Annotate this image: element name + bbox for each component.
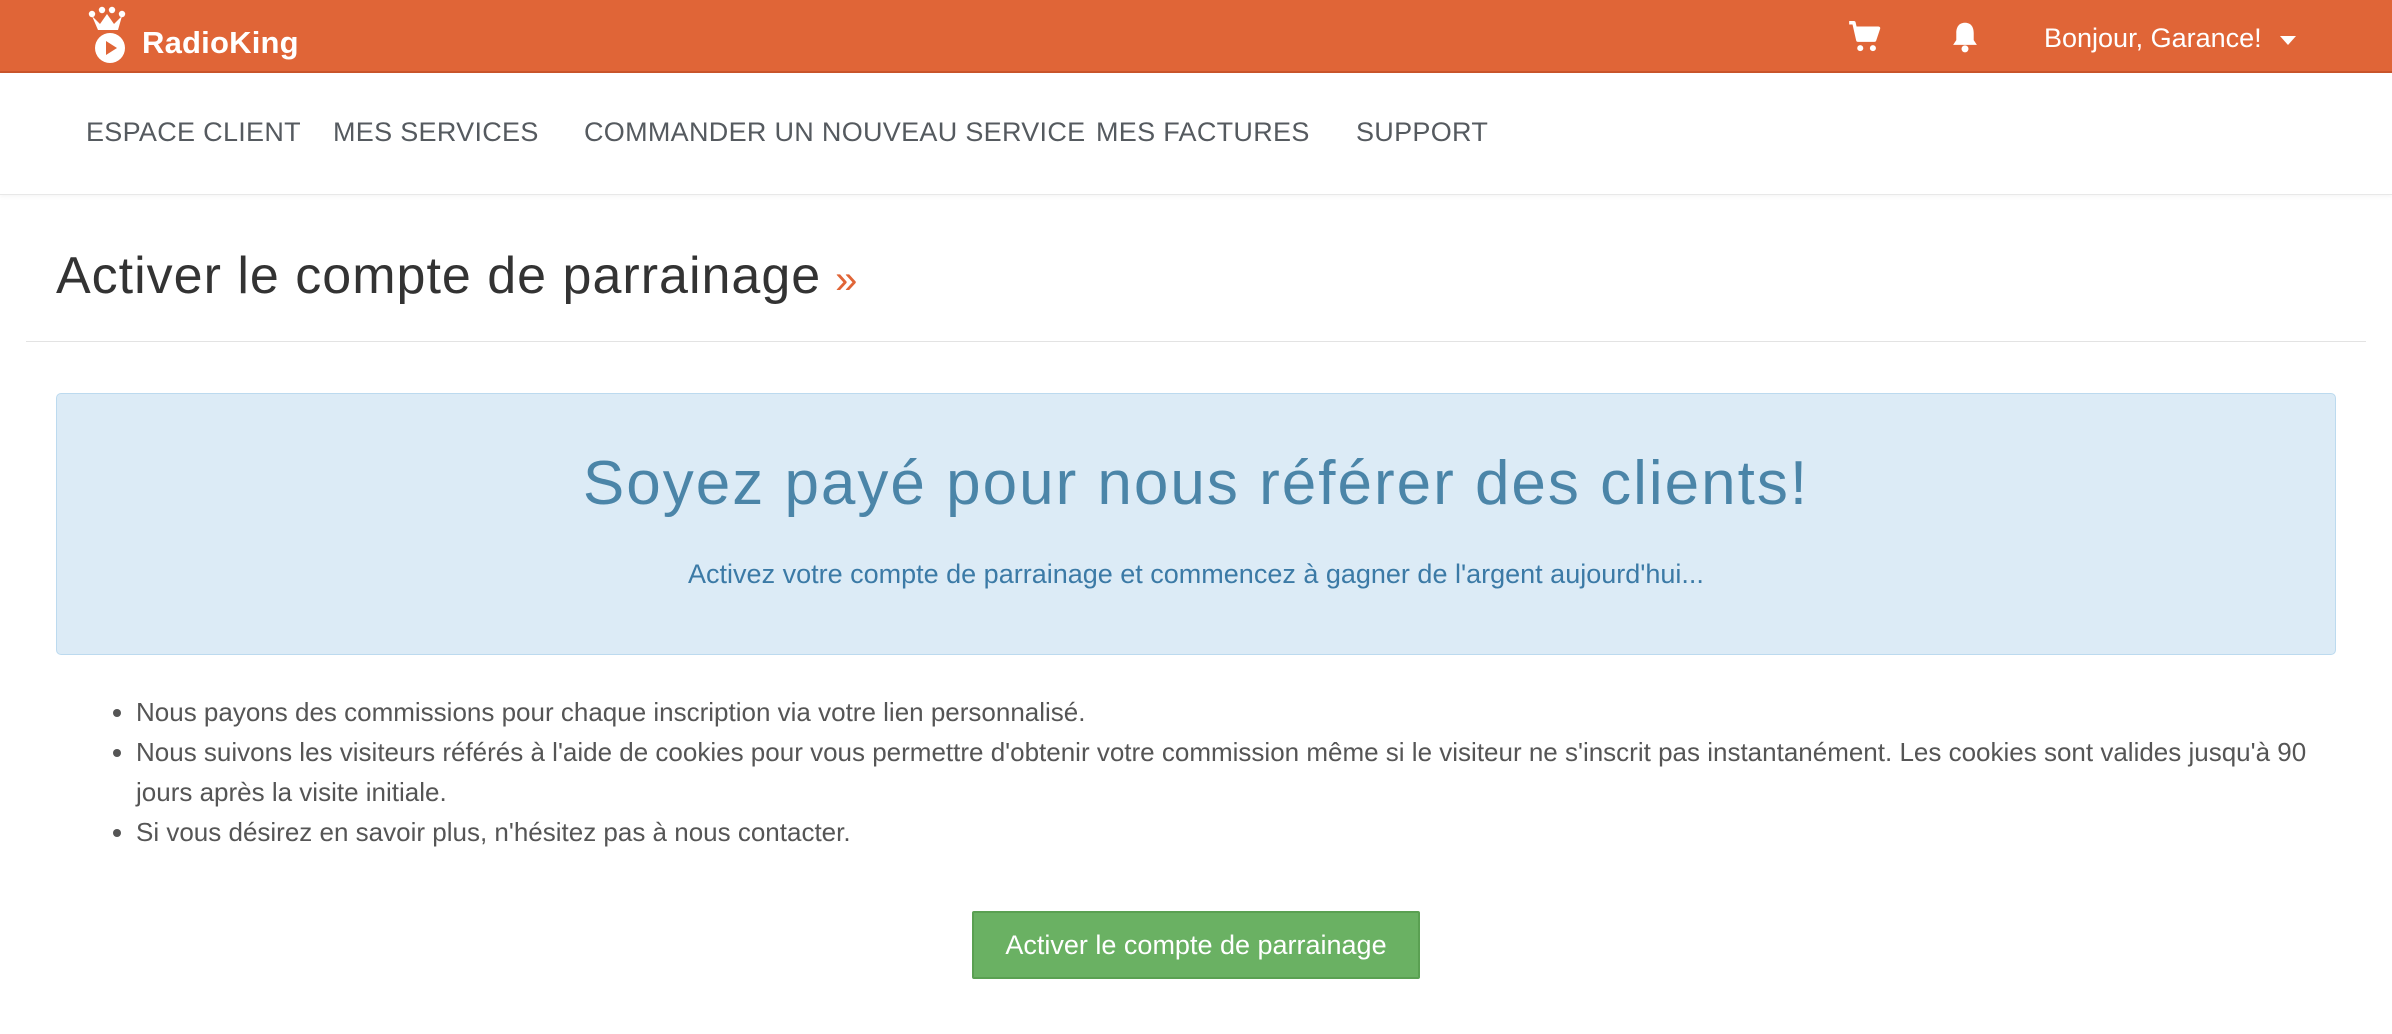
referral-promo-box: Soyez payé pour nous référer des clients… [56,393,2336,655]
promo-subtext: Activez votre compte de parrainage et co… [688,559,1704,589]
list-item: Nous payons des commissions pour chaque … [136,692,2316,732]
title-divider [26,341,2366,342]
caret-down-icon [2279,35,2296,45]
nav-espace-client[interactable]: ESPACE CLIENT [86,117,301,148]
top-bar: RadioKing Bonjour, Garance! [0,0,2392,73]
radioking-logo[interactable]: RadioKing [84,6,299,66]
cart-icon[interactable] [1846,18,1884,56]
nav-mes-services[interactable]: MES SERVICES [333,117,539,148]
promo-heading: Soyez payé pour nous référer des clients… [582,449,1810,518]
nav-support[interactable]: SUPPORT [1356,117,1488,148]
user-menu-dropdown[interactable]: Bonjour, Garance! [2044,20,2296,56]
bell-icon[interactable] [1946,18,1984,56]
nav-commander-nouveau-service[interactable]: COMMANDER UN NOUVEAU SERVICE [584,117,1085,148]
activate-referral-button[interactable]: Activer le compte de parrainage [972,911,1420,979]
benefits-list: Nous payons des commissions pour chaque … [136,692,2316,852]
crown-play-logo-icon [88,6,126,63]
list-item: Nous suivons les visiteurs référés à l'a… [136,732,2316,812]
nav-mes-factures[interactable]: MES FACTURES [1096,117,1310,148]
page-title: Activer le compte de parrainage » [56,246,858,306]
title-raquo: » [835,258,859,302]
user-greeting: Bonjour, Garance! [2044,22,2262,53]
brand-name: RadioKing [142,25,299,60]
list-item: Si vous désirez en savoir plus, n'hésite… [136,812,2316,852]
main-nav: ESPACE CLIENT MES SERVICES COMMANDER UN … [0,73,2392,195]
page-title-text: Activer le compte de parrainage [56,247,822,305]
